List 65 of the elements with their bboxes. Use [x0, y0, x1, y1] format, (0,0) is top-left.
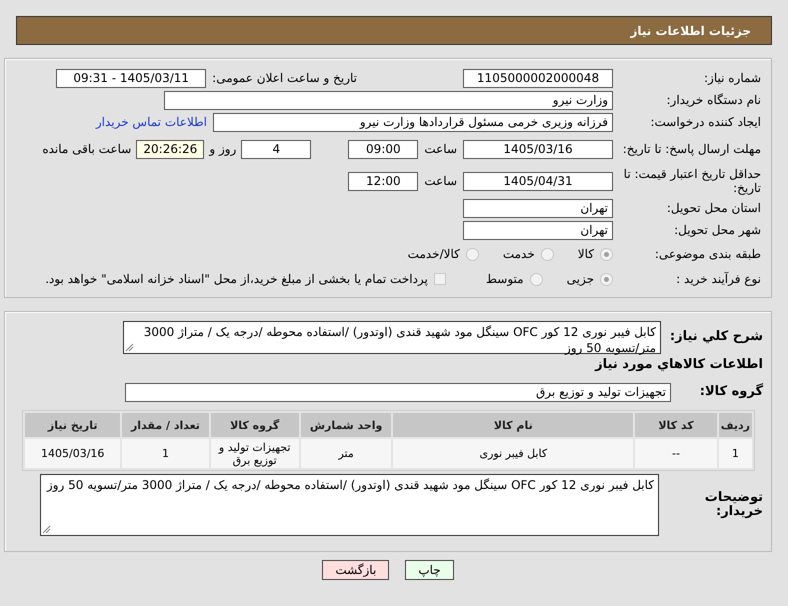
city-field: تهران: [463, 220, 613, 240]
table-cell: 1: [122, 439, 208, 468]
column-header: ردیف: [718, 413, 752, 437]
table-cell: متر: [300, 439, 392, 468]
field-label: شماره نیاز:: [703, 71, 761, 85]
field-label: شهر محل تحویل:: [673, 223, 761, 237]
column-header: کد کالا: [635, 413, 717, 437]
section-heading: اطلاعات كالاهاي مورد نياز: [595, 356, 763, 372]
province-field: تهران: [463, 198, 613, 218]
table-cell: 1: [718, 439, 752, 468]
remaining-label: ساعت باقی مانده: [42, 142, 132, 156]
field-label: طبقه بندی موضوعی:: [654, 247, 761, 261]
column-header: نام کالا: [393, 413, 634, 437]
field-label: نوع فرآیند خرید :: [675, 272, 761, 286]
validity-time-field: 12:00: [348, 172, 418, 190]
remaining-time-field: 20:26:26: [136, 140, 204, 158]
buyer-notes-field[interactable]: کابل فیبر نوری 12 کور OFC سینگل مود شهید قندی (اوتدور) /استفاده محوطه /درجه یک / متراژ 3000 متر/تسویه 50 روز: [40, 474, 659, 536]
treasury-label: پرداخت تمام یا بخشی از مبلغ خرید،از محل "اسناد خزانه اسلامی" خواهد بود.: [45, 272, 428, 286]
field-label: گروه كالا:: [698, 385, 763, 399]
radio-label: کالا: [578, 247, 594, 261]
resize-grip-icon[interactable]: [42, 525, 51, 534]
time-label: ساعت: [424, 174, 457, 188]
radio-label: خدمت: [502, 247, 535, 261]
table-cell: 1405/03/16: [25, 439, 120, 468]
field-label: ایجاد کننده درخواست:: [649, 115, 761, 129]
announce-date-field: 1405/03/11 - 09:31: [56, 68, 206, 88]
checkbox[interactable]: [434, 273, 446, 285]
time-label: ساعت: [424, 142, 457, 156]
table-cell: کابل فیبر نوری: [393, 439, 634, 468]
column-header: تاریخ نیاز: [25, 413, 120, 437]
resize-grip-icon[interactable]: [125, 342, 134, 352]
summary-field[interactable]: کابل فیبر نوری 12 کور OFC سینگل مود شهید قندی (اوتدور) /استفاده محوطه /درجه یک / متراژ 3000 متر/تسویه 50 روز: [123, 320, 661, 354]
radio-button[interactable]: [600, 248, 613, 260]
field-label: نام دستگاه خریدار:: [666, 93, 761, 107]
radio-button[interactable]: [600, 272, 613, 286]
buyer-org-field: وزارت نیرو: [164, 90, 613, 110]
back-button[interactable]: بازگشت: [322, 560, 390, 580]
deadline-time-field: 09:00: [348, 140, 418, 158]
print-button[interactable]: چاپ: [405, 560, 454, 580]
field-label: شرح كلي نياز:: [668, 330, 763, 344]
radio-button[interactable]: [530, 272, 543, 286]
buyer-contact-link[interactable]: اطلاعات تماس خریدار: [96, 115, 207, 129]
radio-button[interactable]: [540, 248, 554, 260]
deadline-date-field: 1405/03/16: [463, 140, 613, 158]
radio-label: کالا/خدمت: [408, 247, 460, 261]
column-header: واحد شمارش: [300, 413, 392, 437]
page-title: جزئیات اطلاعات نیاز: [630, 24, 751, 38]
table-cell: --: [635, 439, 717, 468]
days-field: 4: [241, 140, 312, 158]
radio-button[interactable]: [466, 248, 479, 260]
goods-group-field: تجهیزات تولید و توزیع برق: [125, 382, 671, 402]
validity-date-field: 1405/04/31: [463, 172, 613, 190]
column-header: گروه کالا: [210, 413, 299, 437]
need-number-field: 1105000002000048: [463, 68, 613, 88]
field-label: حداقل تاریخ اعتبار قیمت: تا تاریخ:: [622, 167, 761, 195]
days-label: روز و: [209, 142, 236, 156]
field-label: استان محل تحویل:: [666, 201, 761, 215]
field-label: تاریخ و ساعت اعلان عمومی:: [212, 71, 357, 85]
field-label: مهلت ارسال پاسخ: تا تاریخ:: [622, 142, 761, 156]
radio-label: متوسط: [486, 272, 524, 286]
field-label: توضیحات خریدار:: [704, 491, 763, 519]
radio-label: جزیی: [566, 272, 594, 286]
table-cell: تجهیزات تولید و توزیع برق: [210, 439, 299, 468]
creator-field: فرزانه وزیری خرمی مسئول قراردادها وزارت نیرو: [213, 112, 613, 132]
column-header: تعداد / مقدار: [122, 413, 208, 437]
